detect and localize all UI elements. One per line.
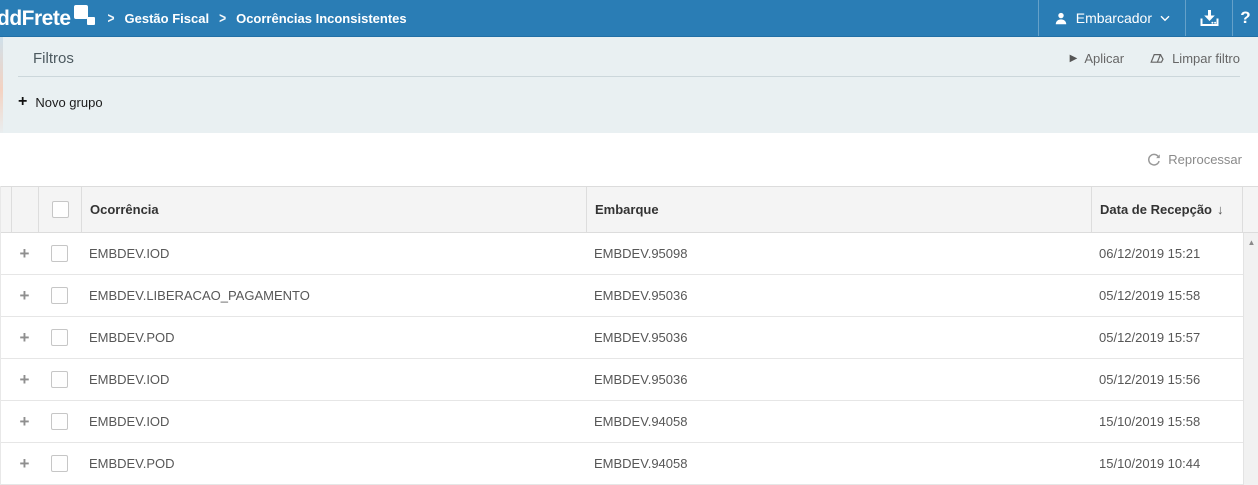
column-header-embarque[interactable]: Embarque (587, 202, 659, 217)
row-checkbox-cell (38, 371, 81, 388)
grid-toolbar: Reprocessar (0, 133, 1258, 186)
cell-data-recepcao: 15/10/2019 10:44 (1091, 456, 1243, 471)
row-checkbox[interactable] (51, 245, 68, 262)
cell-ocorrencia: EMBDEV.POD (81, 330, 586, 345)
expand-row-icon[interactable]: + (20, 413, 30, 430)
select-all-checkbox[interactable] (52, 201, 69, 218)
header-spacer (1, 187, 11, 232)
row-expand-cell: + (11, 245, 38, 262)
cell-data-recepcao: 15/10/2019 15:58 (1091, 414, 1243, 429)
cell-data-recepcao: 05/12/2019 15:58 (1091, 288, 1243, 303)
expand-row-icon[interactable]: + (20, 371, 30, 388)
help-button[interactable]: ? (1232, 0, 1258, 36)
table-scrollbar[interactable]: ▲ (1243, 233, 1258, 485)
header-expand-column (11, 187, 38, 232)
cell-ocorrencia: EMBDEV.IOD (81, 414, 586, 429)
header-scrollbar-spacer (1242, 187, 1258, 232)
row-checkbox[interactable] (51, 371, 68, 388)
cell-embarque: EMBDEV.94058 (586, 414, 1091, 429)
play-icon: ▶ (1070, 53, 1078, 64)
cell-ocorrencia: EMBDEV.LIBERACAO_PAGAMENTO (81, 288, 586, 303)
cell-data-recepcao: 05/12/2019 15:56 (1091, 372, 1243, 387)
reprocess-button[interactable]: Reprocessar (1147, 152, 1242, 167)
app-logo-text: ddFrete (0, 8, 71, 29)
cell-ocorrencia: EMBDEV.POD (81, 456, 586, 471)
row-expand-cell: + (11, 287, 38, 304)
topbar-right-actions: Embarcador ? (1038, 0, 1258, 36)
download-icon (1199, 9, 1220, 28)
filters-title: Filtros (33, 50, 74, 67)
table-body-wrap: + EMBDEV.IOD EMBDEV.95098 06/12/2019 15:… (1, 233, 1258, 485)
table-row[interactable]: + EMBDEV.IOD EMBDEV.95036 05/12/2019 15:… (1, 359, 1243, 401)
cell-data-recepcao: 05/12/2019 15:57 (1091, 330, 1243, 345)
row-checkbox[interactable] (51, 287, 68, 304)
row-checkbox[interactable] (51, 455, 68, 472)
expand-row-icon[interactable]: + (20, 455, 30, 472)
breadcrumb-item-gestao-fiscal[interactable]: Gestão Fiscal (125, 11, 210, 26)
cell-embarque: EMBDEV.95098 (586, 246, 1091, 261)
row-expand-cell: + (11, 329, 38, 346)
row-expand-cell: + (11, 455, 38, 472)
breadcrumb-item-ocorrencias-inconsistentes[interactable]: Ocorrências Inconsistentes (236, 11, 407, 26)
user-menu-label: Embarcador (1076, 10, 1152, 26)
user-icon (1054, 11, 1068, 26)
filters-divider (18, 76, 1240, 77)
scrollbar-up-icon[interactable]: ▲ (1248, 238, 1256, 485)
cell-embarque: EMBDEV.95036 (586, 330, 1091, 345)
eraser-icon (1148, 53, 1165, 65)
cell-data-recepcao: 06/12/2019 15:21 (1091, 246, 1243, 261)
table-header: Ocorrência Embarque Data de Recepção↓ (1, 186, 1258, 233)
filters-actions: ▶ Aplicar Limpar filtro (1070, 51, 1240, 66)
breadcrumb-separator-icon: > (219, 9, 226, 27)
top-navigation-bar: ddFrete > Gestão Fiscal > Ocorrências In… (0, 0, 1258, 37)
row-checkbox-cell (38, 413, 81, 430)
expand-row-icon[interactable]: + (20, 287, 30, 304)
apply-filter-button[interactable]: ▶ Aplicar (1070, 51, 1124, 66)
clear-filter-label: Limpar filtro (1172, 51, 1240, 66)
row-expand-cell: + (11, 371, 38, 388)
column-header-data-recepcao[interactable]: Data de Recepção↓ (1092, 202, 1224, 217)
new-group-label: Novo grupo (35, 95, 102, 110)
cell-embarque: EMBDEV.94058 (586, 456, 1091, 471)
header-checkbox-cell (38, 187, 81, 232)
row-checkbox[interactable] (51, 413, 68, 430)
download-button[interactable] (1185, 0, 1232, 36)
expand-row-icon[interactable]: + (20, 245, 30, 262)
refresh-icon (1147, 153, 1161, 167)
column-header-ocorrencia[interactable]: Ocorrência (82, 202, 159, 217)
cell-embarque: EMBDEV.95036 (586, 288, 1091, 303)
help-icon: ? (1240, 8, 1250, 28)
row-checkbox-cell (38, 455, 81, 472)
cell-ocorrencia: EMBDEV.IOD (81, 372, 586, 387)
sort-desc-icon: ↓ (1217, 202, 1224, 217)
row-checkbox-cell (38, 245, 81, 262)
table-row[interactable]: + EMBDEV.LIBERACAO_PAGAMENTO EMBDEV.9503… (1, 275, 1243, 317)
row-checkbox[interactable] (51, 329, 68, 346)
breadcrumb-separator-icon: > (108, 9, 115, 27)
breadcrumb: > Gestão Fiscal > Ocorrências Inconsiste… (108, 11, 407, 26)
filters-panel: Filtros ▶ Aplicar Limpar filtro + Novo g… (0, 37, 1258, 133)
apply-filter-label: Aplicar (1084, 51, 1124, 66)
expand-row-icon[interactable]: + (20, 329, 30, 346)
occurrences-table: Ocorrência Embarque Data de Recepção↓ + … (0, 186, 1258, 485)
table-row[interactable]: + EMBDEV.IOD EMBDEV.95098 06/12/2019 15:… (1, 233, 1243, 275)
cell-ocorrencia: EMBDEV.IOD (81, 246, 586, 261)
table-row[interactable]: + EMBDEV.POD EMBDEV.95036 05/12/2019 15:… (1, 317, 1243, 359)
row-checkbox-cell (38, 329, 81, 346)
row-checkbox-cell (38, 287, 81, 304)
table-row[interactable]: + EMBDEV.POD EMBDEV.94058 15/10/2019 10:… (1, 443, 1243, 485)
chevron-down-icon (1160, 15, 1170, 22)
app-logo-icon (74, 5, 96, 31)
table-body: + EMBDEV.IOD EMBDEV.95098 06/12/2019 15:… (1, 233, 1243, 485)
table-row[interactable]: + EMBDEV.IOD EMBDEV.94058 15/10/2019 15:… (1, 401, 1243, 443)
row-expand-cell: + (11, 413, 38, 430)
clear-filter-button[interactable]: Limpar filtro (1148, 51, 1240, 66)
new-group-button[interactable]: + Novo grupo (18, 94, 103, 110)
plus-icon: + (18, 94, 27, 110)
reprocess-label: Reprocessar (1168, 152, 1242, 167)
cell-embarque: EMBDEV.95036 (586, 372, 1091, 387)
app-logo[interactable]: ddFrete (0, 5, 96, 31)
user-menu-button[interactable]: Embarcador (1038, 0, 1185, 36)
